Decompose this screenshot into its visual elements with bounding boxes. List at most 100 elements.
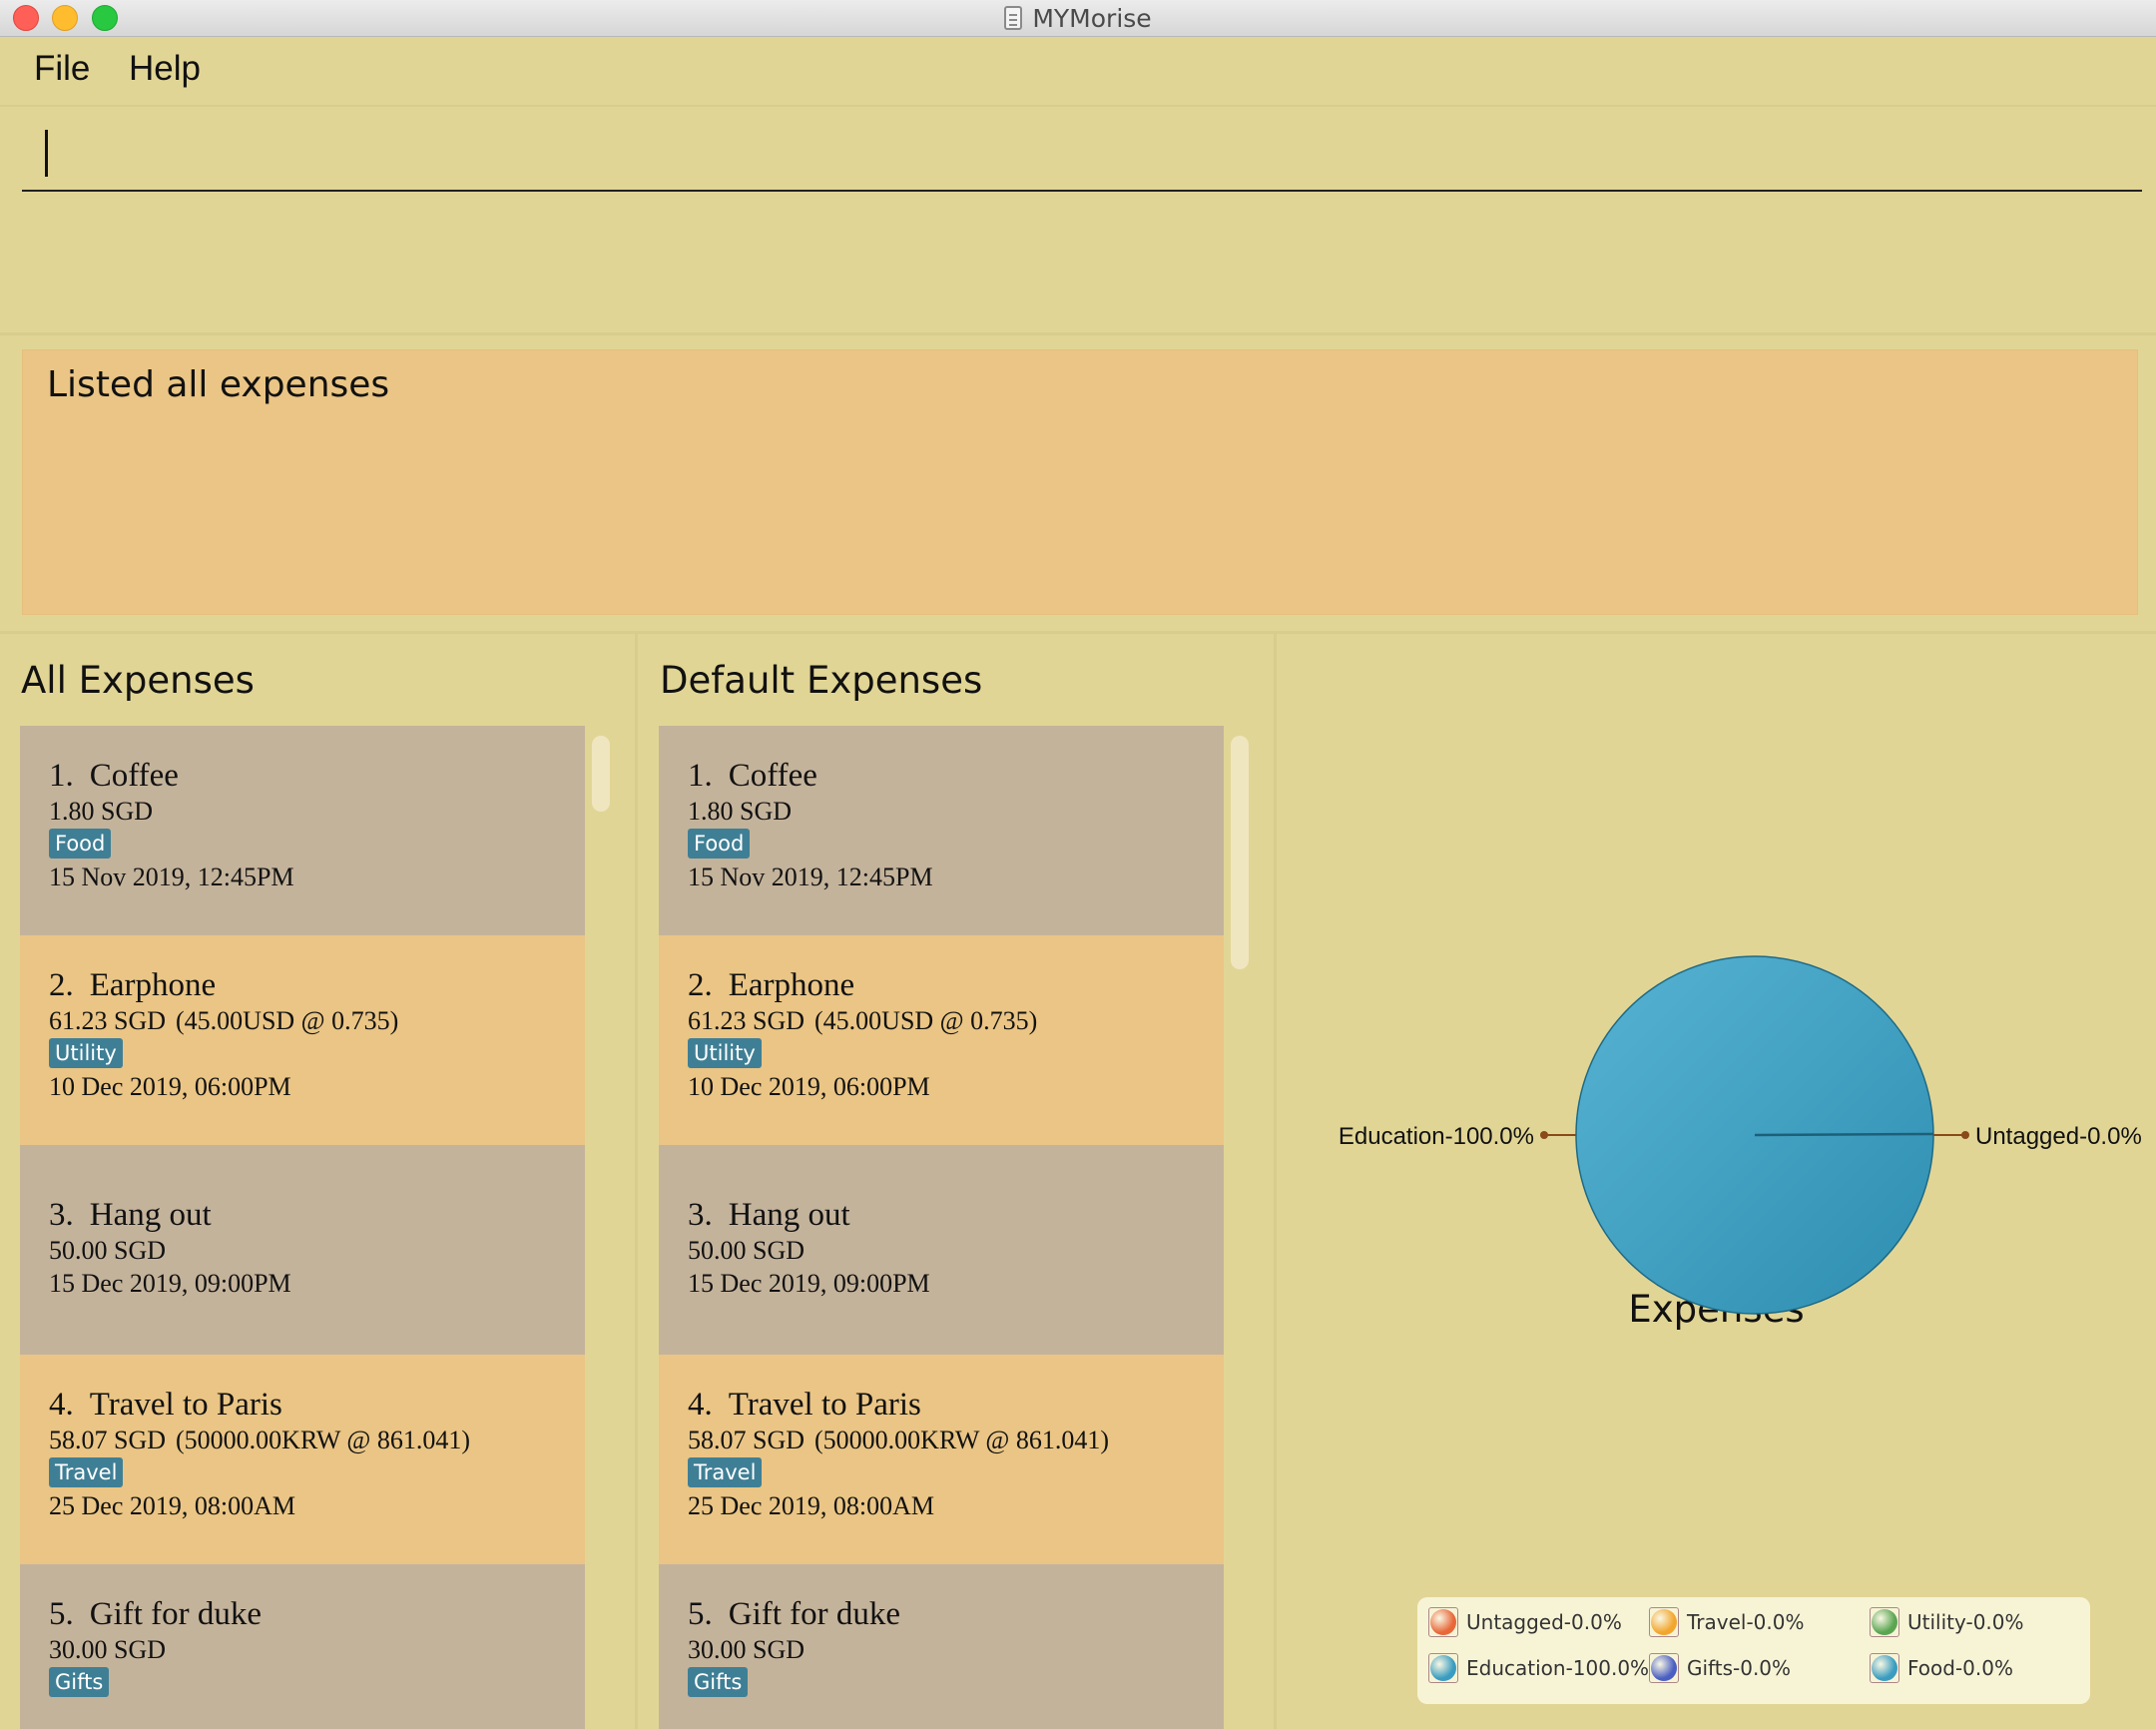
- expense-index: 2.: [688, 967, 713, 1003]
- expense-tag: Utility: [49, 1038, 123, 1068]
- expense-header: 3. Hang out: [688, 1145, 1224, 1235]
- expense-card[interactable]: 4. Travel to Paris 58.07 SGD (50000.00KRW @…: [20, 1355, 585, 1564]
- expense-date: 10 Dec 2019, 06:00PM: [49, 1072, 291, 1101]
- expense-card[interactable]: 1. Coffee 1.80 SGD Food 15 Nov 2019, 12:45PM: [20, 726, 585, 935]
- expense-header: 5. Gift for duke: [49, 1564, 585, 1634]
- expense-name: Travel to Paris: [89, 1387, 282, 1423]
- expense-card[interactable]: 4. Travel to Paris 58.07 SGD (50000.00KRW @…: [659, 1355, 1224, 1564]
- expense-header: 1. Coffee: [49, 726, 585, 796]
- expense-conversion: (45.00USD @ 0.735): [814, 1006, 1038, 1035]
- menu-file[interactable]: File: [34, 49, 90, 89]
- expense-header: 2. Earphone: [688, 935, 1224, 1005]
- expense-index: 2.: [49, 967, 74, 1003]
- expense-tag: Travel: [688, 1457, 763, 1487]
- expense-card[interactable]: 3. Hang out 50.00 SGD 15 Dec 2019, 09:00PM: [659, 1145, 1224, 1355]
- legend-item-utility: Utility-0.0%: [1870, 1607, 2024, 1637]
- expense-header: 2. Earphone: [49, 935, 585, 1005]
- legend-item-education: Education-100.0%: [1428, 1653, 1649, 1683]
- expense-amount-row: 61.23 SGD (45.00USD @ 0.735): [688, 1005, 1224, 1037]
- expense-tag-row: Utility: [49, 1037, 585, 1070]
- pie-chart: Education-100.0% Untagged-0.0%: [1339, 955, 2142, 1315]
- chart-legend: Untagged-0.0% Travel-0.0% Utility-0.0% Educ…: [1417, 1597, 2090, 1704]
- legend-color-dot: [1430, 1655, 1456, 1681]
- expense-tag-row: Gifts: [49, 1666, 585, 1699]
- legend-color-dot: [1651, 1609, 1677, 1635]
- expense-tag-row: Food: [688, 828, 1224, 861]
- expense-card[interactable]: 2. Earphone 61.23 SGD (45.00USD @ 0.735) Uti…: [659, 935, 1224, 1145]
- expense-date: 15 Dec 2019, 09:00PM: [49, 1269, 291, 1298]
- legend-item-gifts: Gifts-0.0%: [1649, 1653, 1791, 1683]
- expense-name: Hang out: [728, 1197, 850, 1233]
- command-box: [22, 120, 2142, 192]
- expense-index: 4.: [49, 1387, 74, 1423]
- legend-swatch: [1428, 1607, 1458, 1637]
- expense-date: 15 Dec 2019, 09:00PM: [688, 1269, 930, 1298]
- result-message: Listed all expenses: [47, 364, 390, 405]
- expense-tag-row: Food: [49, 828, 585, 861]
- expense-amount-row: 58.07 SGD (50000.00KRW @ 861.041): [688, 1425, 1224, 1456]
- expense-card[interactable]: 5. Gift for duke 30.00 SGD Gifts: [20, 1564, 585, 1729]
- expense-header: 3. Hang out: [49, 1145, 585, 1235]
- legend-item-untagged: Untagged-0.0%: [1428, 1607, 1622, 1637]
- expense-amount-row: 61.23 SGD (45.00USD @ 0.735): [49, 1005, 585, 1037]
- expense-date: 10 Dec 2019, 06:00PM: [688, 1072, 930, 1101]
- expense-header: 4. Travel to Paris: [688, 1355, 1224, 1425]
- title-bar: MYMorise: [0, 0, 2156, 37]
- expense-card[interactable]: 1. Coffee 1.80 SGD Food 15 Nov 2019, 12:45PM: [659, 726, 1224, 935]
- default-expenses-title: Default Expenses: [660, 659, 983, 702]
- expense-amount-row: 50.00 SGD: [688, 1235, 1224, 1267]
- result-display: Listed all expenses: [22, 349, 2138, 615]
- expense-amount-row: 50.00 SGD: [49, 1235, 585, 1267]
- expense-amount: 61.23 SGD: [688, 1006, 806, 1035]
- pie-label-right: Untagged-0.0%: [1975, 1123, 2142, 1150]
- expense-date: 15 Nov 2019, 12:45PM: [688, 863, 933, 891]
- legend-item-food: Food-0.0%: [1870, 1653, 2013, 1683]
- expense-name: Hang out: [89, 1197, 212, 1233]
- default-expenses-scrollbar[interactable]: [1231, 736, 1249, 969]
- expense-card[interactable]: 3. Hang out 50.00 SGD 15 Dec 2019, 09:00PM: [20, 1145, 585, 1355]
- expense-amount: 50.00 SGD: [688, 1236, 806, 1265]
- expense-amount-row: 30.00 SGD: [49, 1634, 585, 1666]
- expense-index: 1.: [49, 758, 74, 794]
- window-title-group: MYMorise: [0, 0, 2156, 36]
- expense-name: Earphone: [728, 967, 855, 1003]
- expense-index: 3.: [49, 1197, 74, 1233]
- expense-tag: Food: [688, 829, 751, 859]
- expense-amount-row: 30.00 SGD: [688, 1634, 1224, 1666]
- default-expenses-list[interactable]: 1. Coffee 1.80 SGD Food 15 Nov 2019, 12:45PM…: [659, 726, 1224, 1729]
- expense-header: 5. Gift for duke: [688, 1564, 1224, 1634]
- legend-item-travel: Travel-0.0%: [1649, 1607, 1804, 1637]
- expense-name: Coffee: [89, 758, 179, 794]
- expense-date: 25 Dec 2019, 08:00AM: [49, 1491, 295, 1520]
- expense-name: Earphone: [89, 967, 217, 1003]
- expense-tag-row: Travel: [49, 1456, 585, 1489]
- legend-color-dot: [1872, 1655, 1897, 1681]
- expense-tag: Gifts: [688, 1667, 749, 1697]
- expense-amount: 1.80 SGD: [49, 797, 154, 826]
- all-expenses-list[interactable]: 1. Coffee 1.80 SGD Food 15 Nov 2019, 12:45PM…: [20, 726, 585, 1729]
- expense-conversion: (50000.00KRW @ 861.041): [814, 1426, 1110, 1454]
- expense-conversion: (45.00USD @ 0.735): [176, 1006, 399, 1035]
- expense-amount-row: 1.80 SGD: [49, 796, 585, 828]
- legend-swatch: [1649, 1607, 1679, 1637]
- command-input[interactable]: [22, 120, 2142, 190]
- legend-label: Education-100.0%: [1466, 1656, 1650, 1680]
- window-title: MYMorise: [1032, 3, 1152, 33]
- expense-card[interactable]: 5. Gift for duke 30.00 SGD Gifts: [659, 1564, 1224, 1729]
- all-expenses-scrollbar[interactable]: [592, 736, 610, 812]
- app-document-icon: [1004, 6, 1023, 30]
- expense-amount: 30.00 SGD: [49, 1635, 167, 1664]
- expense-date: 15 Nov 2019, 12:45PM: [49, 863, 294, 891]
- expense-header: 1. Coffee: [688, 726, 1224, 796]
- expense-amount: 58.07 SGD: [49, 1426, 167, 1454]
- panel-separator: [635, 634, 638, 1729]
- legend-swatch: [1870, 1653, 1899, 1683]
- pie-slice-boundary: [1754, 1132, 1934, 1137]
- expense-name: Gift for duke: [728, 1596, 901, 1632]
- menu-help[interactable]: Help: [129, 49, 201, 89]
- expense-index: 1.: [688, 758, 713, 794]
- legend-swatch: [1649, 1653, 1679, 1683]
- expense-tag: Utility: [688, 1038, 762, 1068]
- legend-color-dot: [1651, 1655, 1677, 1681]
- expense-card[interactable]: 2. Earphone 61.23 SGD (45.00USD @ 0.735) Uti…: [20, 935, 585, 1145]
